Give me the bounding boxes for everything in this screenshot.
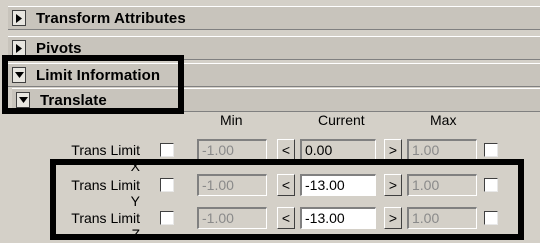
- trans-limit-z-max-field[interactable]: 1.00: [407, 207, 477, 229]
- trans-limit-y-checkbox[interactable]: [160, 178, 174, 192]
- trans-limit-x-set-min-button[interactable]: <: [277, 139, 295, 161]
- trans-limit-y-set-min-button[interactable]: <: [277, 174, 295, 196]
- section-label: Pivots: [36, 40, 82, 57]
- trans-limit-y-current-field[interactable]: -13.00: [300, 174, 376, 196]
- section-label: Limit Information: [36, 67, 161, 84]
- column-header-min: Min: [220, 112, 243, 128]
- trans-limit-z-current-field[interactable]: -13.00: [300, 207, 376, 229]
- section-translate[interactable]: Translate: [12, 88, 540, 112]
- section-pivots[interactable]: Pivots: [8, 36, 540, 60]
- column-header-current: Current: [318, 112, 365, 128]
- section-transform-attributes[interactable]: Transform Attributes: [8, 6, 540, 30]
- column-header-max: Max: [430, 112, 457, 128]
- section-label: Translate: [40, 92, 107, 109]
- trans-limit-z-label: Trans Limit Z: [71, 210, 140, 242]
- section-limit-information[interactable]: Limit Information: [8, 63, 540, 87]
- trans-limit-x-set-max-button[interactable]: >: [384, 139, 402, 161]
- trans-limit-y-set-max-button[interactable]: >: [384, 174, 402, 196]
- trans-limit-x-label: Trans Limit X: [71, 142, 140, 174]
- trans-limit-y-min-field[interactable]: -1.00: [197, 174, 267, 196]
- trans-limit-z-checkbox[interactable]: [160, 211, 174, 225]
- trans-limit-z-max-checkbox[interactable]: [484, 211, 498, 225]
- attribute-editor-panel: Transform Attributes Pivots Limit Inform…: [0, 0, 540, 243]
- trans-limit-x-max-checkbox[interactable]: [484, 143, 498, 157]
- trans-limit-x-current-field[interactable]: 0.00: [300, 139, 376, 161]
- trans-limit-y-max-checkbox[interactable]: [484, 178, 498, 192]
- triangle-down-icon[interactable]: [16, 92, 30, 108]
- trans-limit-z-set-min-button[interactable]: <: [277, 207, 295, 229]
- triangle-right-icon[interactable]: [12, 40, 26, 56]
- trans-limit-x-min-field[interactable]: -1.00: [197, 139, 267, 161]
- trans-limit-z-min-field[interactable]: -1.00: [197, 207, 267, 229]
- triangle-right-icon[interactable]: [12, 10, 26, 26]
- trans-limit-x-max-field[interactable]: 1.00: [407, 139, 477, 161]
- trans-limit-z-set-max-button[interactable]: >: [384, 207, 402, 229]
- triangle-down-icon[interactable]: [12, 67, 26, 83]
- trans-limit-y-label: Trans Limit Y: [71, 177, 140, 209]
- trans-limit-x-checkbox[interactable]: [160, 143, 174, 157]
- trans-limit-y-max-field[interactable]: 1.00: [407, 174, 477, 196]
- section-label: Transform Attributes: [36, 10, 186, 27]
